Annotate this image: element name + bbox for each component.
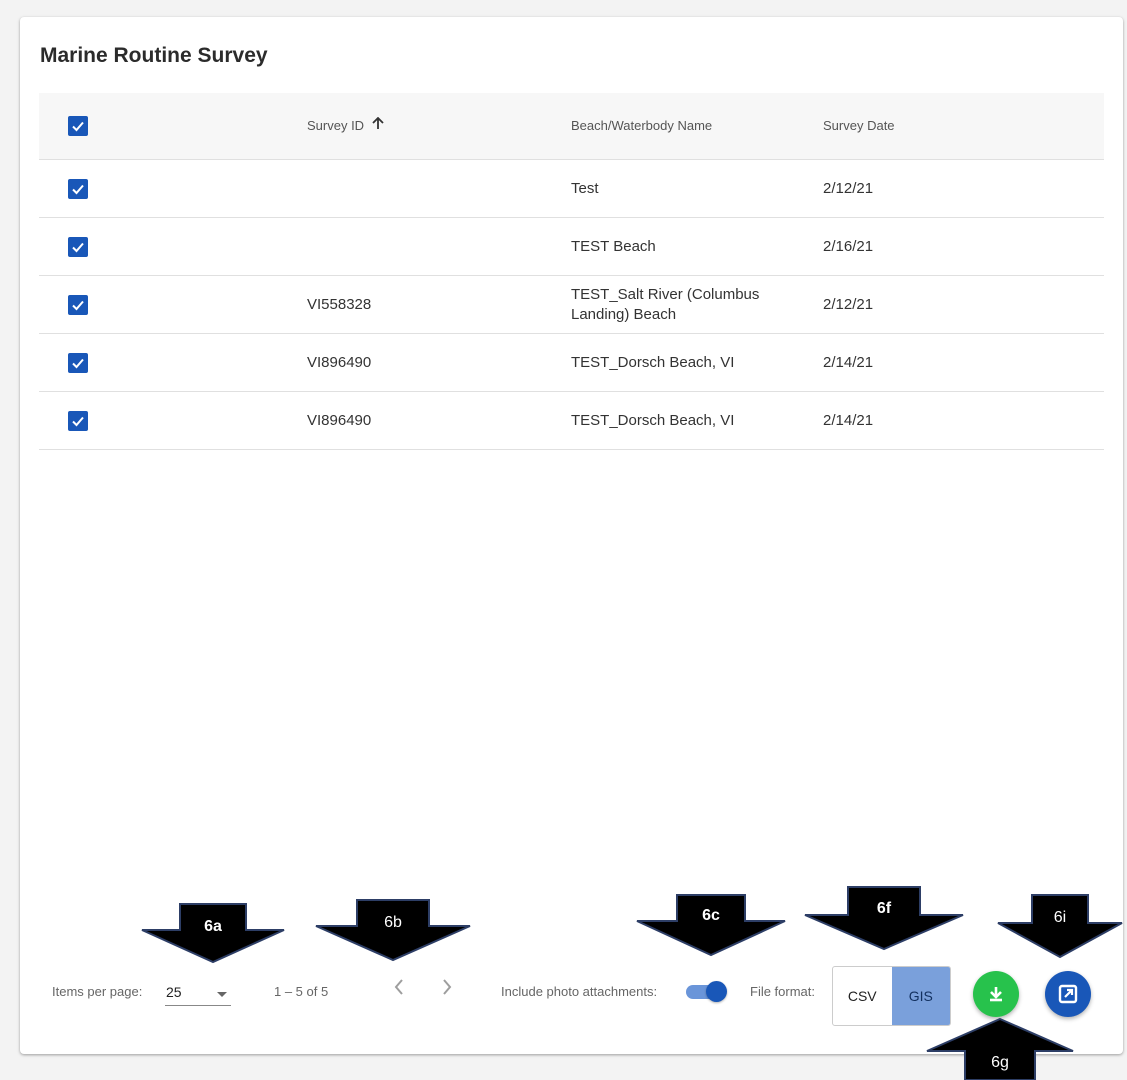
row-checkbox[interactable] <box>68 178 88 199</box>
callout-6b-label: 6b <box>384 914 402 931</box>
arrow-up-icon <box>372 116 384 136</box>
page-range-label: 1 – 5 of 5 <box>274 984 329 999</box>
check-icon <box>72 184 84 194</box>
callout-6f: 6f <box>803 885 965 951</box>
cell-survey-date: 2/12/21 <box>823 295 874 313</box>
table-row[interactable]: VI896490 TEST_Dorsch Beach, VI 2/14/21 <box>39 334 1104 392</box>
cell-beach-name: TEST_Dorsch Beach, VI <box>571 411 735 429</box>
row-checkbox[interactable] <box>68 352 88 373</box>
file-format-label: File format: <box>750 984 816 999</box>
cell-survey-id: VI896490 <box>307 411 372 429</box>
select-all-checkbox[interactable] <box>68 116 88 136</box>
next-page-button[interactable] <box>440 977 454 1003</box>
callout-6i: 6i <box>996 893 1124 959</box>
export-button[interactable] <box>1045 971 1091 1017</box>
header-beach-name[interactable]: Beach/Waterbody Name <box>571 93 801 159</box>
row-checkbox[interactable] <box>68 236 88 257</box>
cell-beach-name: TEST Beach <box>571 237 656 255</box>
previous-page-button[interactable] <box>392 977 406 1003</box>
download-icon <box>990 987 1002 1002</box>
table-row[interactable]: VI558328 TEST_Salt River (Columbus Landi… <box>39 276 1104 334</box>
include-photos-toggle[interactable] <box>686 981 730 1002</box>
download-button[interactable] <box>973 971 1019 1017</box>
items-per-page-label: Items per page: <box>52 984 143 999</box>
include-photos-label: Include photo attachments: <box>501 984 658 999</box>
callout-6f-label: 6f <box>876 900 892 917</box>
callout-6g-label: 6g <box>991 1054 1009 1071</box>
callout-6c-label: 6c <box>702 907 720 924</box>
header-survey-id[interactable]: Survey ID <box>307 93 384 159</box>
callout-6a: 6a <box>140 902 286 964</box>
cell-beach-name: TEST_Dorsch Beach, VI <box>571 353 735 371</box>
chevron-left-icon <box>394 979 403 995</box>
table-row[interactable]: VI896490 TEST_Dorsch Beach, VI 2/14/21 <box>39 392 1104 450</box>
callout-6a-label: 6a <box>204 918 222 935</box>
cell-survey-id: VI558328 <box>307 295 372 313</box>
cell-survey-date: 2/14/21 <box>823 353 874 371</box>
page-title: Marine Routine Survey <box>40 44 268 67</box>
table-row[interactable]: Test 2/12/21 <box>39 160 1104 218</box>
callout-6i-label: 6i <box>1053 909 1067 926</box>
cell-survey-date: 2/12/21 <box>823 179 874 197</box>
items-per-page-select[interactable]: 25 <box>165 979 231 1006</box>
row-checkbox[interactable] <box>68 410 88 431</box>
items-per-page-value: 25 <box>166 984 182 1000</box>
cell-beach-name: TEST_Salt River (Columbus Landing) Beach <box>571 285 760 323</box>
table-footer: Items per page: 25 1 – 5 of 5 Include ph… <box>20 965 1123 1026</box>
format-csv-button[interactable]: CSV <box>833 967 892 1025</box>
table-row[interactable]: TEST Beach 2/16/21 <box>39 218 1104 276</box>
caret-down-icon <box>217 992 227 997</box>
cell-survey-id: VI896490 <box>307 353 372 371</box>
survey-table: Survey ID Beach/Waterbody Name Survey Da… <box>39 93 1104 450</box>
callout-6c: 6c <box>635 893 787 957</box>
callout-6b: 6b <box>314 898 472 962</box>
cell-survey-date: 2/16/21 <box>823 237 874 255</box>
export-icon <box>1058 984 1078 1004</box>
callout-6g: 6g <box>925 1017 1075 1080</box>
chevron-right-icon <box>443 979 452 995</box>
row-checkbox[interactable] <box>68 294 88 315</box>
cell-beach-name: Test <box>571 179 599 197</box>
header-survey-id-label: Survey ID <box>307 118 365 133</box>
check-icon <box>72 358 84 368</box>
check-icon <box>72 416 84 426</box>
table-header: Survey ID Beach/Waterbody Name Survey Da… <box>39 93 1104 160</box>
check-icon <box>72 242 84 252</box>
check-icon <box>72 121 84 132</box>
check-icon <box>72 300 84 310</box>
header-survey-date[interactable]: Survey Date <box>823 93 895 159</box>
cell-survey-date: 2/14/21 <box>823 411 874 429</box>
toggle-knob <box>706 981 727 1002</box>
